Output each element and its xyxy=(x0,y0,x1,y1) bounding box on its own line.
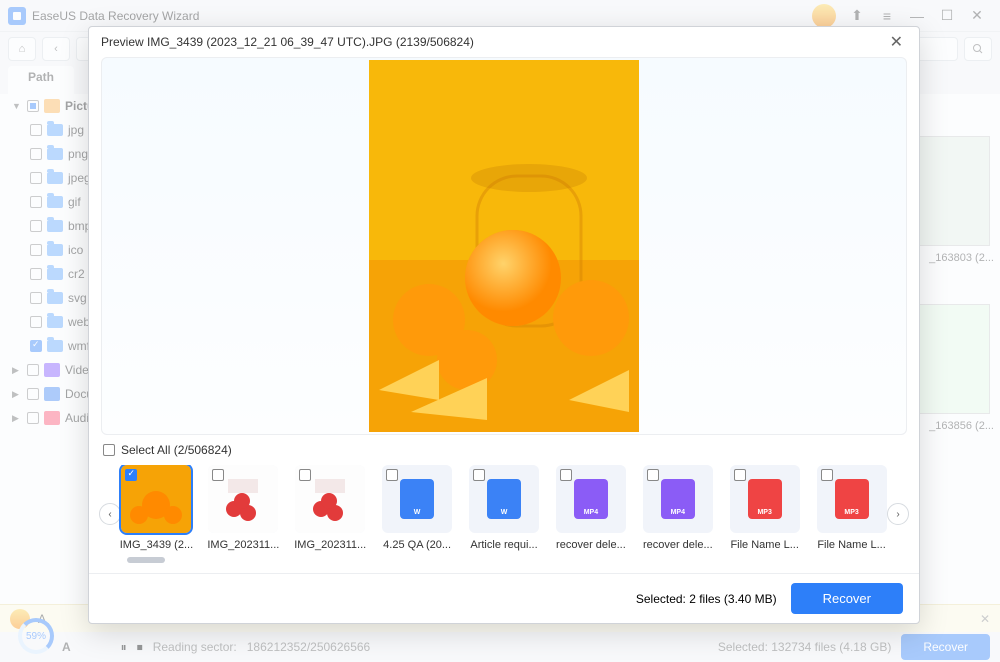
thumb-checkbox[interactable] xyxy=(125,469,137,481)
thumb-box[interactable]: MP3 xyxy=(817,465,887,533)
dialog-selected-summary: Selected: 2 files (3.40 MB) xyxy=(636,592,777,606)
select-all-checkbox[interactable] xyxy=(103,444,115,456)
thumb[interactable]: MP4 recover dele... xyxy=(553,465,628,551)
thumb-caption: Article requi... xyxy=(467,539,542,551)
thumb-box[interactable]: MP3 xyxy=(730,465,800,533)
word-icon: W xyxy=(400,479,434,519)
thumb-checkbox[interactable] xyxy=(734,469,746,481)
thumb[interactable]: IMG_202311... xyxy=(293,465,368,551)
thumb-checkbox[interactable] xyxy=(386,469,398,481)
thumb-checkbox[interactable] xyxy=(212,469,224,481)
preview-dialog: Preview IMG_3439 (2023_12_21 06_39_47 UT… xyxy=(88,26,920,624)
dialog-header: Preview IMG_3439 (2023_12_21 06_39_47 UT… xyxy=(89,27,919,57)
thumb-caption: recover dele... xyxy=(553,539,628,551)
mp3-icon: MP3 xyxy=(748,479,782,519)
thumb-checkbox[interactable] xyxy=(821,469,833,481)
thumb[interactable]: W Article requi... xyxy=(467,465,542,551)
strip-next-button[interactable]: › xyxy=(887,503,909,525)
mp4-icon: MP4 xyxy=(574,479,608,519)
thumb-caption: 4.25 QA (20... xyxy=(380,539,455,551)
thumb-checkbox[interactable] xyxy=(299,469,311,481)
thumb-box[interactable]: W xyxy=(382,465,452,533)
thumb-box[interactable]: MP4 xyxy=(643,465,713,533)
preview-image xyxy=(101,57,907,435)
dialog-title: Preview IMG_3439 (2023_12_21 06_39_47 UT… xyxy=(101,35,474,49)
word-icon: W xyxy=(487,479,521,519)
mp3-icon: MP3 xyxy=(835,479,869,519)
thumb-checkbox[interactable] xyxy=(560,469,572,481)
thumb[interactable]: MP4 recover dele... xyxy=(640,465,715,551)
thumb-box[interactable] xyxy=(208,465,278,533)
select-all-label: Select All (2/506824) xyxy=(121,443,232,457)
thumb[interactable]: MP3 File Name L... xyxy=(814,465,889,551)
orange-photo xyxy=(369,60,639,432)
thumb-caption: IMG_3439 (2... xyxy=(119,539,194,551)
strip-prev-button[interactable]: ‹ xyxy=(99,503,121,525)
thumb-box[interactable]: MP4 xyxy=(556,465,626,533)
thumbnail-strip: ‹ IMG_3439 (2... IMG_202311... IMG_202311.… xyxy=(89,465,919,563)
dialog-close-button[interactable]: ✕ xyxy=(886,28,907,56)
thumb-box[interactable] xyxy=(295,465,365,533)
thumb-box[interactable]: W xyxy=(469,465,539,533)
thumb[interactable]: IMG_3439 (2... xyxy=(119,465,194,551)
thumb-checkbox[interactable] xyxy=(647,469,659,481)
thumb[interactable]: W 4.25 QA (20... xyxy=(380,465,455,551)
dialog-recover-button[interactable]: Recover xyxy=(791,583,903,614)
thumb-caption: IMG_202311... xyxy=(293,539,368,551)
dialog-footer: Selected: 2 files (3.40 MB) Recover xyxy=(89,573,919,623)
thumb-checkbox[interactable] xyxy=(473,469,485,481)
thumb-box[interactable] xyxy=(121,465,191,533)
thumb-caption: IMG_202311... xyxy=(206,539,281,551)
thumb[interactable]: MP3 File Name L... xyxy=(727,465,802,551)
mp4-icon: MP4 xyxy=(661,479,695,519)
thumb[interactable]: IMG_202311... xyxy=(206,465,281,551)
thumb-caption: File Name L... xyxy=(814,539,889,551)
select-all-row: Select All (2/506824) xyxy=(89,435,919,465)
strip-scrollbar[interactable] xyxy=(127,557,165,563)
thumb-caption: recover dele... xyxy=(640,539,715,551)
thumb-caption: File Name L... xyxy=(727,539,802,551)
